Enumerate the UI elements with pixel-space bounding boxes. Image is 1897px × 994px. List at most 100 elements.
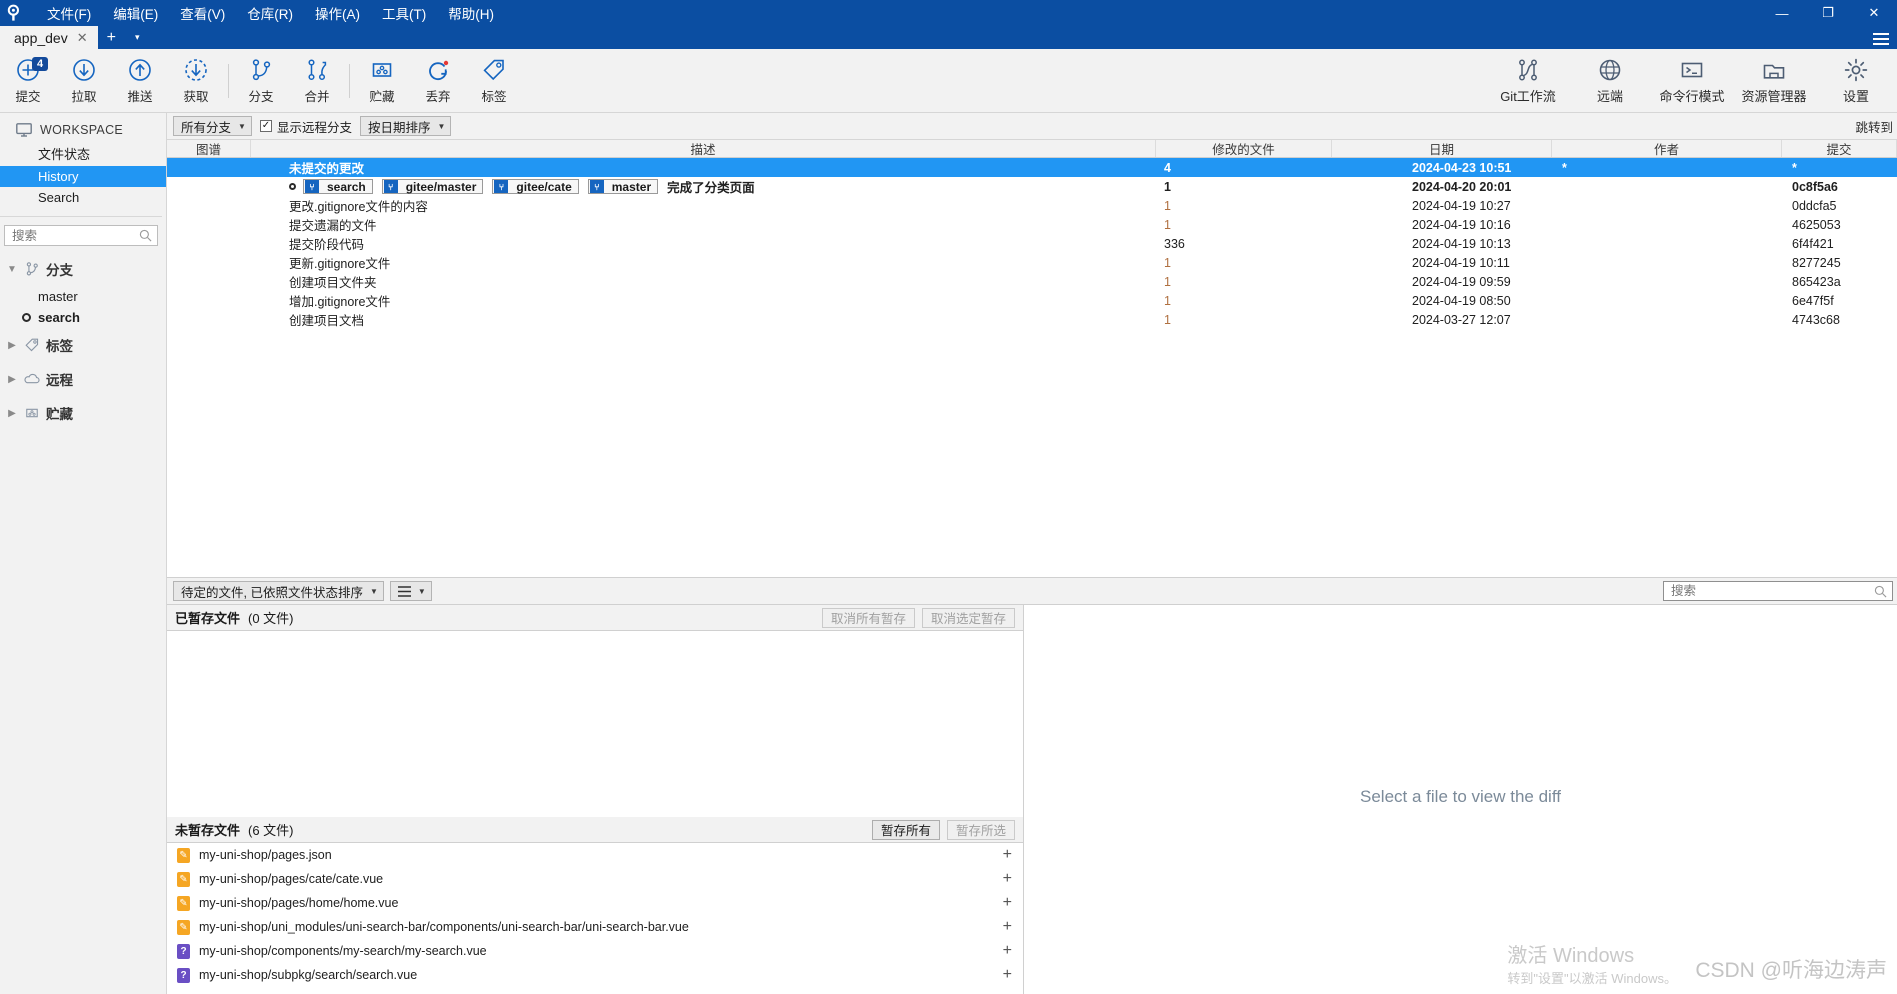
table-row[interactable]: ⑂ search ⑂ gitee/master ⑂ gitee/cate ⑂ m… bbox=[167, 177, 1897, 196]
gitflow-icon bbox=[1519, 59, 1537, 80]
row-author: * bbox=[1562, 160, 1567, 175]
view-mode-combo[interactable]: ▼ bbox=[389, 581, 432, 601]
menu-hamburger-icon[interactable] bbox=[1873, 33, 1889, 45]
row-date: 2024-04-19 10:16 bbox=[1412, 217, 1511, 232]
row-commit-hash: 4743c68 bbox=[1792, 312, 1840, 327]
tab-list-dropdown-icon[interactable]: ▾ bbox=[125, 26, 150, 49]
discard-button[interactable]: 丢弃 bbox=[410, 49, 466, 112]
terminal-button[interactable]: 命令行模式 bbox=[1651, 49, 1733, 112]
branch-badge-gitee-cate[interactable]: ⑂ gitee/cate bbox=[492, 179, 579, 194]
list-item[interactable]: ? my-uni-shop/subpkg/search/search.vue + bbox=[167, 963, 1023, 987]
column-header-author[interactable]: 作者 bbox=[1552, 140, 1782, 157]
minimize-button[interactable]: — bbox=[1759, 0, 1805, 26]
table-row[interactable]: 增加.gitignore文件 1 2024-04-19 08:50 6e47f5… bbox=[167, 291, 1897, 310]
table-row[interactable]: 更新.gitignore文件 1 2024-04-19 10:11 827724… bbox=[167, 253, 1897, 272]
branch-filter-combo[interactable]: 所有分支 ▼ bbox=[173, 116, 252, 136]
commit-button[interactable]: 4 提交 bbox=[0, 49, 56, 112]
stage-file-button[interactable]: + bbox=[1000, 966, 1015, 984]
show-remote-branches-checkbox[interactable]: ✓ 显示远程分支 bbox=[259, 117, 352, 136]
remote-button[interactable]: 远端 bbox=[1569, 49, 1651, 112]
stage-file-button[interactable]: + bbox=[1000, 846, 1015, 864]
pull-button[interactable]: 拉取 bbox=[56, 49, 112, 112]
branch-badge-gitee-master[interactable]: ⑂ gitee/master bbox=[381, 179, 484, 194]
table-row[interactable]: 创建项目文档 1 2024-03-27 12:07 4743c68 bbox=[167, 310, 1897, 329]
row-date: 2024-04-20 20:01 bbox=[1412, 179, 1512, 194]
sidebar-item-history[interactable]: History bbox=[0, 166, 166, 187]
settings-label: 设置 bbox=[1842, 88, 1869, 104]
sidebar-group-remotes[interactable]: ▶ 远程 bbox=[0, 362, 166, 396]
stage-file-button[interactable]: + bbox=[1000, 894, 1015, 912]
sidebar-group-stashes[interactable]: ▶ 贮藏 bbox=[0, 396, 166, 430]
unstage-all-button[interactable]: 取消所有暂存 bbox=[821, 607, 915, 628]
tab-app-dev[interactable]: app_dev ✕ bbox=[0, 26, 98, 49]
staged-files-list[interactable] bbox=[167, 631, 1023, 817]
unstaged-files-list[interactable]: ✎ my-uni-shop/pages.json + ✎ my-uni-shop… bbox=[167, 843, 1023, 994]
file-search-input[interactable] bbox=[1669, 583, 1874, 599]
branch-item-search[interactable]: search bbox=[0, 307, 166, 328]
toolbar-right-group: Git工作流 远端 命令行模式 资源管理器 设置 bbox=[1487, 49, 1897, 112]
sidebar-search-input[interactable] bbox=[10, 227, 139, 244]
unstage-selected-button[interactable]: 取消选定暂存 bbox=[921, 607, 1015, 628]
column-header-date[interactable]: 日期 bbox=[1332, 140, 1552, 157]
table-row[interactable]: 创建项目文件夹 1 2024-04-19 09:59 865423a bbox=[167, 272, 1897, 291]
push-button[interactable]: 推送 bbox=[112, 49, 168, 112]
column-header-description[interactable]: 描述 bbox=[251, 140, 1156, 157]
menu-tools[interactable]: 工具(T) bbox=[371, 0, 437, 27]
sidebar-item-file-status[interactable]: 文件状态 bbox=[0, 141, 166, 166]
sidebar-group-tags[interactable]: ▶ 标签 bbox=[0, 328, 166, 362]
column-header-commit[interactable]: 提交 bbox=[1782, 140, 1897, 157]
menu-edit[interactable]: 编辑(E) bbox=[102, 0, 169, 27]
explorer-button[interactable]: 资源管理器 bbox=[1733, 49, 1815, 112]
workspace-header: WORKSPACE bbox=[0, 119, 166, 141]
stage-all-button[interactable]: 暂存所有 bbox=[871, 819, 940, 840]
diff-pane: Select a file to view the diff 激活 Window… bbox=[1024, 605, 1897, 994]
row-date: 2024-04-19 10:13 bbox=[1412, 236, 1511, 251]
sort-order-combo[interactable]: 按日期排序 ▼ bbox=[359, 116, 452, 136]
table-row[interactable]: 提交遗漏的文件 1 2024-04-19 10:16 4625053 bbox=[167, 215, 1897, 234]
table-row[interactable]: 未提交的更改 4 2024-04-23 10:51 * * bbox=[167, 158, 1897, 177]
tab-close-icon[interactable]: ✕ bbox=[77, 30, 88, 46]
new-tab-button[interactable]: + bbox=[98, 26, 125, 49]
chevron-down-icon: ▼ bbox=[369, 586, 378, 596]
branch-badge-master[interactable]: ⑂ master bbox=[587, 179, 659, 194]
stash-button[interactable]: 贮藏 bbox=[354, 49, 410, 112]
menu-actions[interactable]: 操作(A) bbox=[304, 0, 371, 27]
tag-button[interactable]: 标签 bbox=[466, 49, 522, 112]
pending-files-sort-combo[interactable]: 待定的文件, 已依照文件状态排序 ▼ bbox=[173, 581, 384, 601]
list-item[interactable]: ✎ my-uni-shop/pages.json + bbox=[167, 843, 1023, 867]
sidebar-group-branches-label: 分支 bbox=[46, 263, 73, 278]
list-item[interactable]: ? my-uni-shop/components/my-search/my-se… bbox=[167, 939, 1023, 963]
file-status-modified-icon: ✎ bbox=[177, 919, 190, 935]
merge-button[interactable]: 合并 bbox=[289, 49, 345, 112]
menu-view[interactable]: 查看(V) bbox=[169, 0, 236, 27]
sidebar-search-box[interactable] bbox=[4, 225, 158, 246]
terminal-label: 命令行模式 bbox=[1659, 88, 1725, 104]
sidebar-group-branches[interactable]: ▼ 分支 bbox=[0, 252, 166, 286]
branch-button[interactable]: 分支 bbox=[233, 49, 289, 112]
list-item[interactable]: ✎ my-uni-shop/uni_modules/uni-search-bar… bbox=[167, 915, 1023, 939]
column-header-graph[interactable]: 图谱 bbox=[167, 140, 251, 157]
menu-help[interactable]: 帮助(H) bbox=[437, 0, 505, 27]
list-item[interactable]: ✎ my-uni-shop/pages/home/home.vue + bbox=[167, 891, 1023, 915]
table-row[interactable]: 提交阶段代码 336 2024-04-19 10:13 6f4f421 bbox=[167, 234, 1897, 253]
stage-selected-button[interactable]: 暂存所选 bbox=[946, 819, 1015, 840]
jump-to-label[interactable]: 跳转到 bbox=[1855, 117, 1893, 136]
gitflow-button[interactable]: Git工作流 bbox=[1487, 49, 1569, 112]
fetch-button[interactable]: 获取 bbox=[168, 49, 224, 112]
file-search-box[interactable] bbox=[1663, 581, 1893, 601]
menu-file[interactable]: 文件(F) bbox=[36, 0, 102, 27]
stage-file-button[interactable]: + bbox=[1000, 918, 1015, 936]
row-commit-hash: 8277245 bbox=[1792, 255, 1841, 270]
menu-repository[interactable]: 仓库(R) bbox=[236, 0, 304, 27]
branch-item-master[interactable]: master bbox=[0, 286, 166, 307]
sidebar-item-search[interactable]: Search bbox=[0, 187, 166, 208]
maximize-button[interactable]: ❐ bbox=[1805, 0, 1851, 26]
stage-file-button[interactable]: + bbox=[1000, 942, 1015, 960]
branch-badge-search[interactable]: ⑂ search bbox=[303, 179, 373, 194]
list-item[interactable]: ✎ my-uni-shop/pages/cate/cate.vue + bbox=[167, 867, 1023, 891]
column-header-files[interactable]: 修改的文件 bbox=[1156, 140, 1332, 157]
close-button[interactable]: ✕ bbox=[1851, 0, 1897, 26]
stage-file-button[interactable]: + bbox=[1000, 870, 1015, 888]
table-row[interactable]: 更改.gitignore文件的内容 1 2024-04-19 10:27 0dd… bbox=[167, 196, 1897, 215]
settings-button[interactable]: 设置 bbox=[1815, 49, 1897, 112]
